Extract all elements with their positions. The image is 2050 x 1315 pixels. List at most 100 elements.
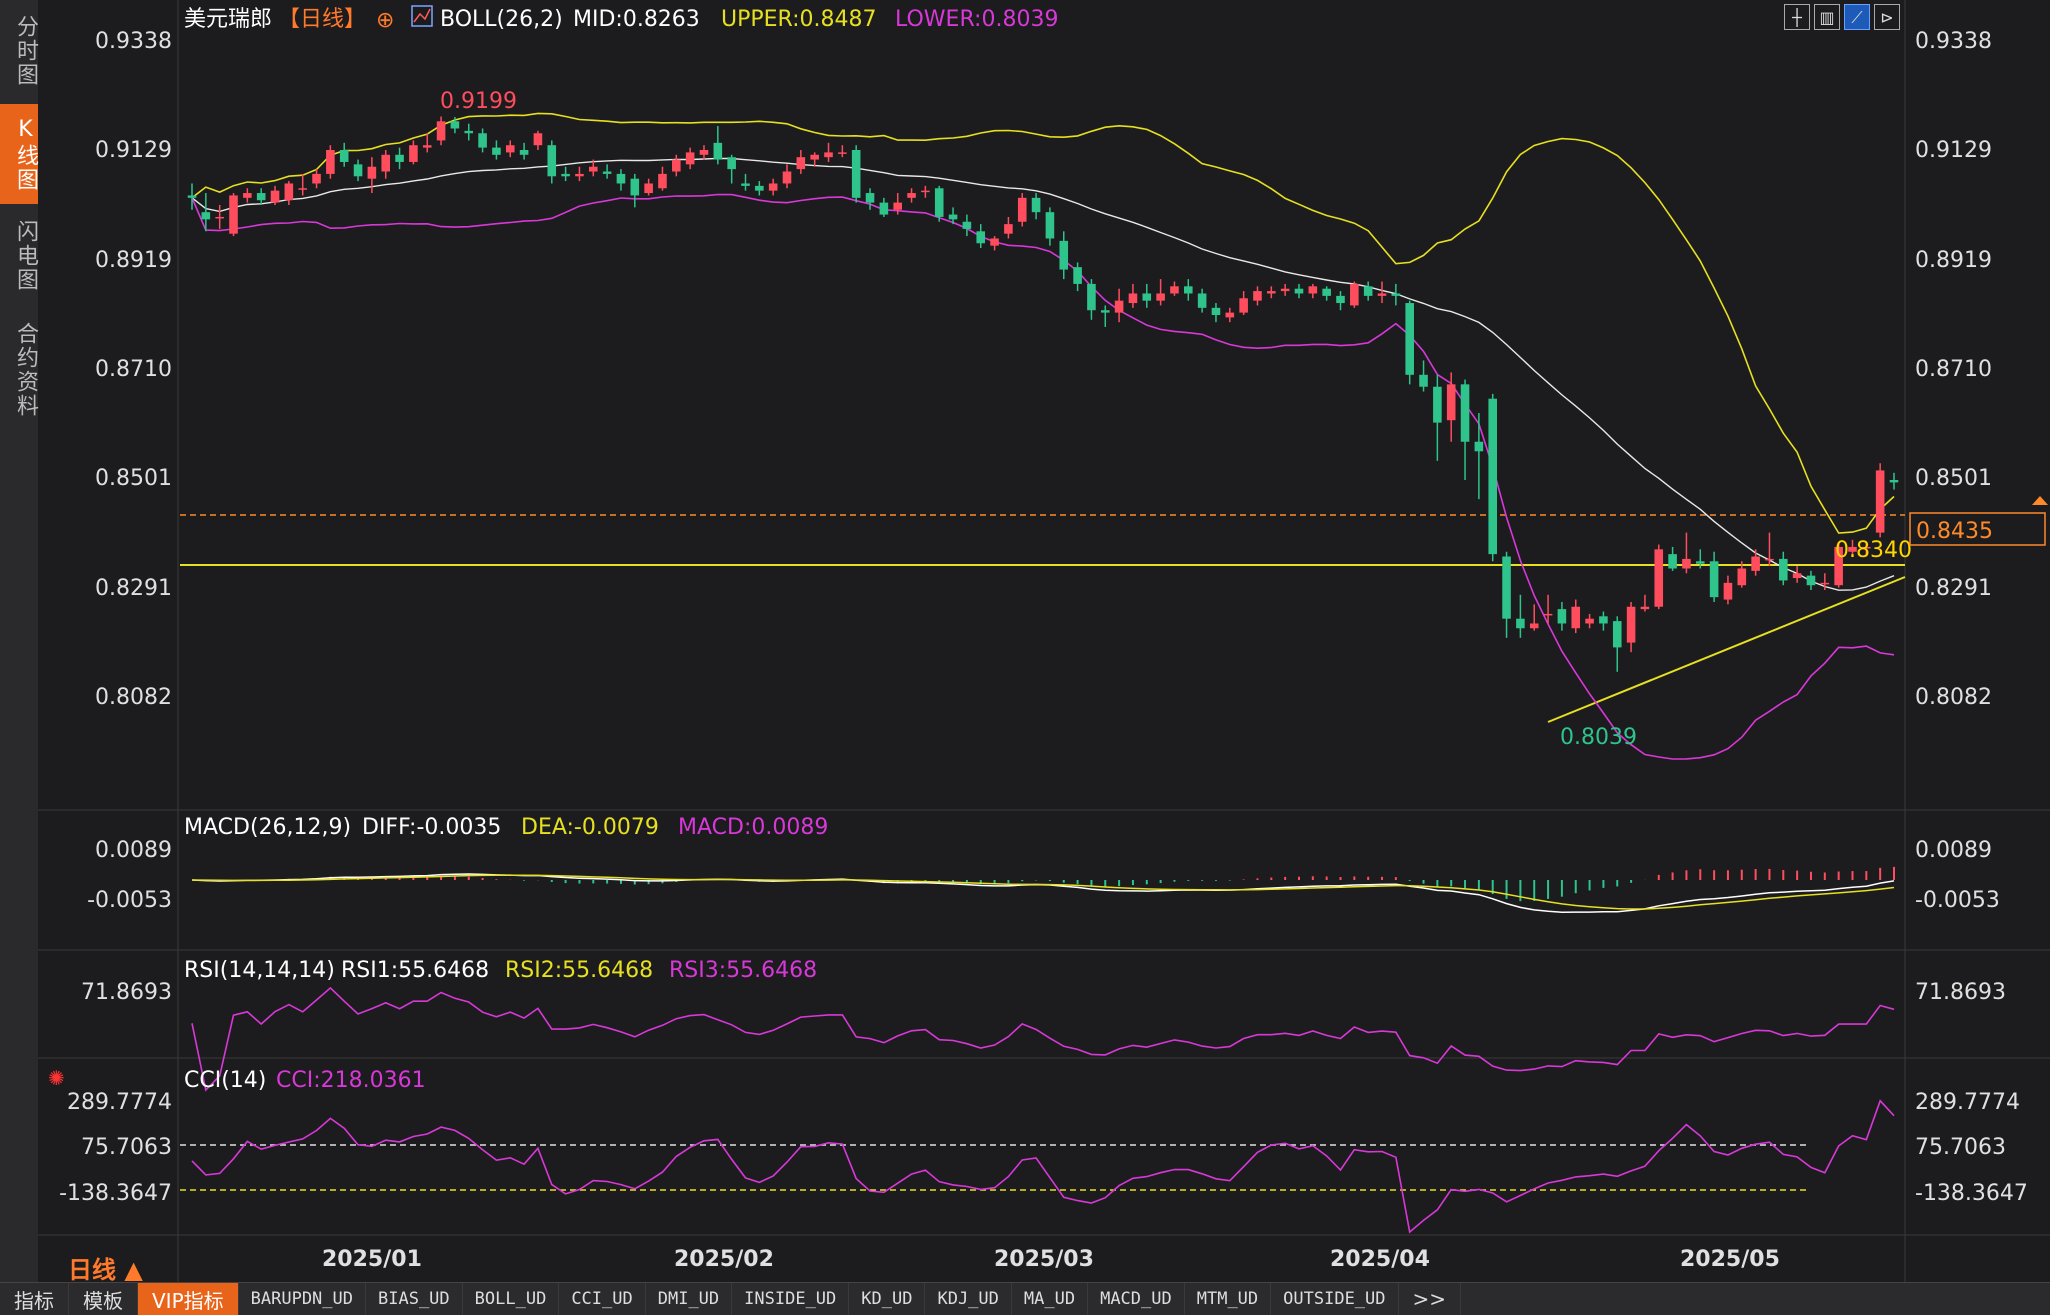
price-up-arrow-icon	[2032, 496, 2048, 505]
candle-body	[893, 202, 902, 210]
candle-body	[1751, 556, 1760, 571]
candle-body	[1239, 298, 1248, 313]
y-tick-right: 0.8710	[1915, 357, 1992, 382]
symbol-name: 美元瑞郎	[184, 7, 272, 32]
cci-value: CCI:218.0361	[276, 1068, 426, 1093]
candle-body	[1585, 618, 1594, 624]
indicator-macd[interactable]: MACD_UD	[1088, 1283, 1185, 1315]
candle-body	[1045, 212, 1055, 239]
candle-body	[1031, 197, 1041, 213]
candle-body	[1668, 554, 1677, 569]
candle-body	[312, 173, 321, 184]
candle-body	[1267, 291, 1276, 294]
candle-body	[1779, 558, 1788, 581]
indicator-kdj[interactable]: KDJ_UD	[925, 1283, 1012, 1315]
candle-body	[1640, 606, 1650, 610]
candle-body	[1225, 312, 1235, 318]
indicator-dmi[interactable]: DMI_UD	[646, 1283, 733, 1315]
y-tick-right: 0.8082	[1915, 685, 1992, 710]
candle-body	[990, 238, 999, 246]
candle-body	[243, 193, 252, 198]
candle-body	[1308, 286, 1318, 294]
candle-body	[879, 202, 889, 215]
indicator-tab[interactable]: 指标	[0, 1283, 69, 1315]
candle-body	[298, 188, 307, 190]
candle-body	[547, 145, 557, 177]
candle-body	[1682, 558, 1691, 569]
candle-body	[1280, 288, 1290, 292]
candle-body	[907, 193, 916, 198]
candle-body	[1875, 470, 1885, 533]
candle-body	[478, 133, 487, 148]
x-tick-label: 2025/01	[322, 1247, 422, 1272]
rsi-3: RSI3:55.6468	[669, 958, 817, 983]
low-annotation: 0.8039	[1560, 725, 1637, 750]
indicator-ma[interactable]: MA_UD	[1012, 1283, 1089, 1315]
indicator-outside[interactable]: OUTSIDE_UD	[1271, 1283, 1399, 1315]
boll-indicator-icon-line	[413, 8, 431, 23]
add-symbol-icon[interactable]: ⊕	[376, 8, 394, 33]
candle-body	[367, 166, 377, 179]
crosshair-toggle-icon[interactable]: ┼	[1784, 4, 1810, 30]
cci-header: CCI(14) CCI:218.0361	[184, 1068, 426, 1093]
candle-body	[1626, 606, 1636, 643]
candle-body	[284, 183, 294, 201]
y-tick-left: 0.0089	[95, 838, 172, 863]
more-indicators-button[interactable]: >>	[1399, 1283, 1462, 1315]
candle-body	[1059, 240, 1069, 270]
macd-dea: DEA:-0.0079	[521, 815, 659, 840]
candle-body	[561, 173, 570, 177]
candle-body	[381, 154, 391, 172]
candle-body	[215, 216, 224, 219]
k-chart-icon[interactable]: ▥	[1814, 4, 1840, 30]
y-tick-left: 0.9129	[95, 138, 172, 163]
template-tab[interactable]: 模板	[69, 1283, 138, 1315]
y-tick-left: 0.8291	[95, 576, 172, 601]
candle-body	[1695, 561, 1705, 564]
candle-body	[422, 145, 432, 148]
indicator-mtm[interactable]: MTM_UD	[1185, 1283, 1272, 1315]
macd-diff: DIFF:-0.0035	[362, 815, 501, 840]
line-chart-icon[interactable]: ⟋	[1844, 4, 1870, 30]
boll-params: BOLL(26,2)	[440, 7, 563, 32]
candle-body	[1405, 303, 1414, 375]
replay-icon[interactable]: ⊳	[1874, 4, 1900, 30]
y-tick-left: 0.8082	[95, 685, 172, 710]
period-tag[interactable]: 【日线】	[278, 7, 366, 32]
candle-body	[1488, 398, 1498, 555]
candle-body	[824, 152, 833, 158]
indicator-bias[interactable]: BIAS_UD	[366, 1283, 463, 1315]
rsi-2: RSI2:55.6468	[505, 958, 653, 983]
candle-body	[851, 150, 861, 198]
candle-body	[1363, 286, 1373, 296]
candle-body	[1599, 616, 1608, 624]
candle-body	[796, 157, 806, 170]
macd-lines	[191, 873, 1895, 913]
candle-body	[1723, 582, 1733, 600]
period-button[interactable]: 日线 ▲	[68, 1250, 143, 1285]
y-tick-left: -138.3647	[59, 1181, 172, 1206]
candle-body	[201, 212, 211, 220]
indicator-boll[interactable]: BOLL_UD	[463, 1283, 560, 1315]
candle-body	[492, 147, 501, 155]
candle-body	[1474, 441, 1484, 452]
settings-sun-icon[interactable]: ✺	[48, 1066, 65, 1090]
indicator-cci[interactable]: CCI_UD	[559, 1283, 646, 1315]
y-tick-right: -138.3647	[1915, 1181, 2028, 1206]
horizontal-line-label: 0.8340	[1835, 538, 1912, 563]
vip-indicator-tab[interactable]: VIP指标	[138, 1283, 239, 1315]
indicator-kd[interactable]: KD_UD	[849, 1283, 926, 1315]
y-tick-right: -0.0053	[1915, 888, 2000, 913]
candle-body	[658, 173, 667, 189]
boll-lower-line	[191, 193, 1895, 760]
candle-body	[1709, 561, 1719, 598]
indicator-inside[interactable]: INSIDE_UD	[732, 1283, 850, 1315]
candle-body	[1170, 286, 1179, 294]
rsi-title: RSI(14,14,14)	[184, 958, 335, 983]
rsi-y-axis: 71.8693 71.8693	[81, 980, 2006, 1005]
chart-canvas[interactable]: 美元瑞郎 【日线】 ⊕ BOLL(26,2) MID:0.8263 UPPER:…	[0, 0, 2050, 1282]
x-tick-label: 2025/05	[1680, 1247, 1780, 1272]
candle-body	[1100, 310, 1110, 313]
indicator-barupdn[interactable]: BARUPDN_UD	[239, 1283, 366, 1315]
candle-body	[1446, 384, 1456, 421]
